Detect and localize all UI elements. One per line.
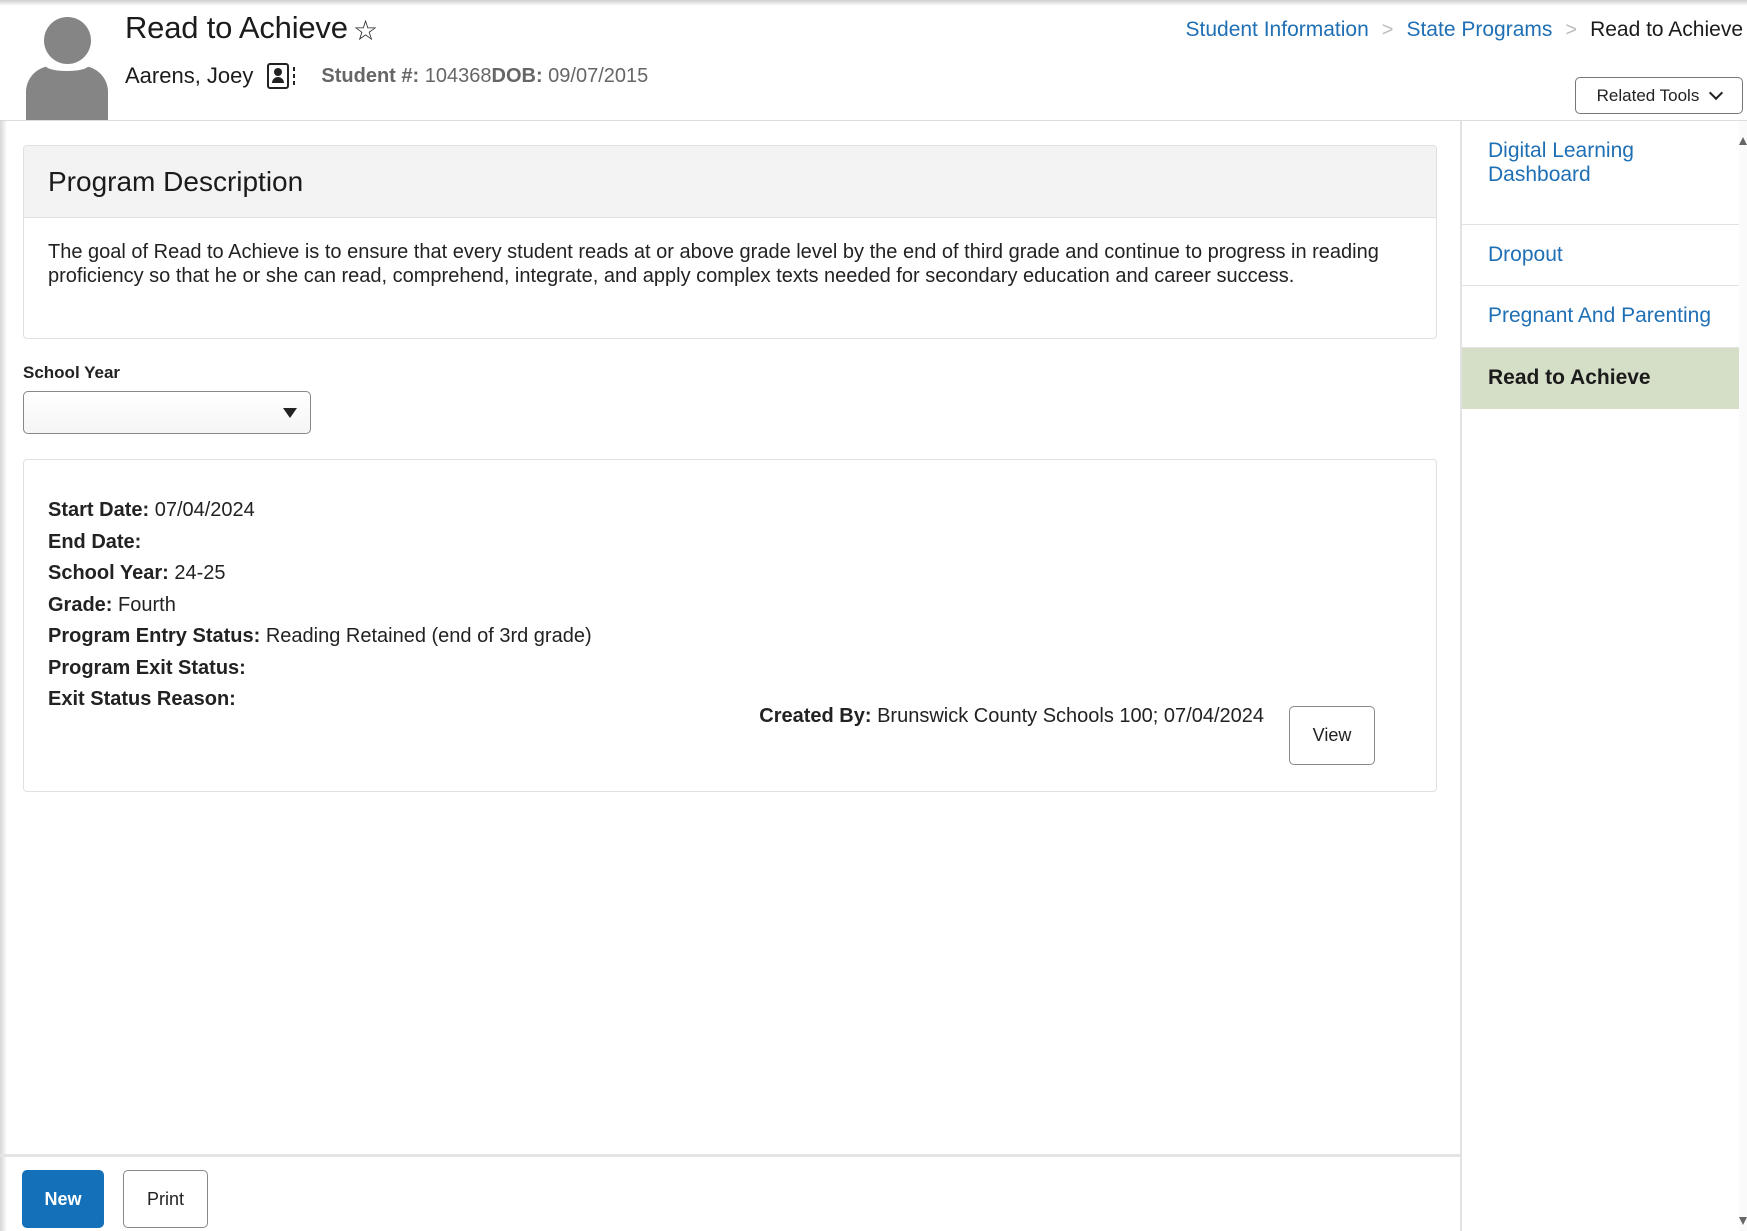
field-exit-status-reason: Exit Status Reason: — [48, 684, 592, 716]
breadcrumb: Student Information > State Programs > R… — [1186, 18, 1744, 42]
student-name: Aarens, Joey — [125, 63, 254, 88]
program-sidebar: Digital Learning Dashboard Dropout Pregn… — [1462, 121, 1739, 1231]
field-label: Exit Status Reason: — [48, 688, 236, 710]
field-school-year: School Year: 24-25 — [48, 558, 592, 590]
field-start-date: Start Date: 07/04/2024 — [48, 495, 592, 527]
program-record-card: Start Date: 07/04/2024 End Date: School … — [23, 459, 1437, 792]
created-by: Created By: Brunswick County Schools 100… — [759, 705, 1264, 728]
field-label: Start Date: — [48, 499, 150, 521]
breadcrumb-state-programs[interactable]: State Programs — [1406, 18, 1552, 42]
program-description-panel: Program Description The goal of Read to … — [23, 145, 1437, 339]
student-number-label: Student #: — [321, 64, 420, 87]
field-label: School Year: — [48, 562, 169, 584]
field-label: Program Entry Status: — [48, 625, 261, 647]
dob-value: 09/07/2015 — [548, 64, 649, 87]
program-description-text: The goal of Read to Achieve is to ensure… — [48, 241, 1379, 287]
scroll-down-arrow-icon[interactable] — [1739, 1217, 1747, 1225]
main-content: Program Description The goal of Read to … — [0, 121, 1462, 1154]
sidebar-item-pregnant-and-parenting[interactable]: Pregnant And Parenting — [1462, 286, 1739, 348]
breadcrumb-current: Read to Achieve — [1590, 18, 1743, 41]
field-program-exit-status: Program Exit Status: — [48, 653, 592, 685]
breadcrumb-student-information[interactable]: Student Information — [1186, 18, 1369, 42]
sidebar-item-dropout[interactable]: Dropout — [1462, 225, 1739, 286]
chevron-down-icon — [1709, 85, 1724, 101]
field-value: 07/04/2024 — [154, 499, 255, 521]
page-header: Read to Achieve ☆ Aarens, Joey Student #… — [0, 0, 1747, 121]
chevron-right-icon: > — [1381, 18, 1394, 41]
field-value: Reading Retained (end of 3rd grade) — [265, 625, 592, 647]
dropdown-caret-icon — [283, 408, 297, 418]
view-button[interactable]: View — [1289, 706, 1375, 765]
student-number-value: 104368 — [424, 64, 492, 87]
field-value: 24-25 — [174, 562, 226, 584]
school-year-label: School Year — [23, 363, 121, 382]
related-tools-label: Related Tools — [1596, 85, 1700, 105]
created-by-value: Brunswick County Schools 100; 07/04/2024 — [877, 705, 1264, 727]
chevron-right-icon: > — [1565, 18, 1578, 41]
print-button[interactable]: Print — [123, 1170, 208, 1228]
sidebar-scrollbar[interactable] — [1739, 121, 1747, 1231]
student-info: Aarens, Joey Student #: 104368 DOB: 09/0… — [125, 63, 648, 89]
contact-card-icon[interactable] — [267, 63, 296, 89]
favorite-star-icon[interactable]: ☆ — [353, 14, 378, 47]
student-number: Student #: 104368 — [321, 65, 491, 88]
field-program-entry-status: Program Entry Status: Reading Retained (… — [48, 621, 592, 653]
created-by-label: Created By: — [759, 705, 872, 727]
field-label: Program Exit Status: — [48, 656, 246, 679]
new-button[interactable]: New — [22, 1170, 104, 1228]
sidebar-item-digital-learning-dashboard[interactable]: Digital Learning Dashboard — [1462, 121, 1739, 225]
record-fields: Start Date: 07/04/2024 End Date: School … — [48, 495, 592, 716]
avatar-icon — [26, 17, 108, 120]
related-tools-button[interactable]: Related Tools — [1575, 77, 1743, 114]
school-year-select[interactable] — [23, 391, 311, 434]
field-value: Fourth — [118, 593, 176, 616]
student-dob: DOB: 09/07/2015 — [492, 65, 649, 88]
field-label: End Date: — [48, 530, 142, 553]
field-grade: Grade: Fourth — [48, 590, 592, 622]
field-label: Grade: — [48, 593, 113, 616]
sidebar-item-read-to-achieve[interactable]: Read to Achieve — [1462, 348, 1739, 409]
program-description-heading: Program Description — [24, 146, 1436, 218]
scroll-up-arrow-icon[interactable] — [1739, 137, 1747, 145]
action-bar: New Print — [0, 1154, 1462, 1231]
field-end-date: End Date: — [48, 527, 592, 559]
page-title: Read to Achieve — [125, 10, 348, 45]
dob-label: DOB: — [491, 64, 543, 87]
